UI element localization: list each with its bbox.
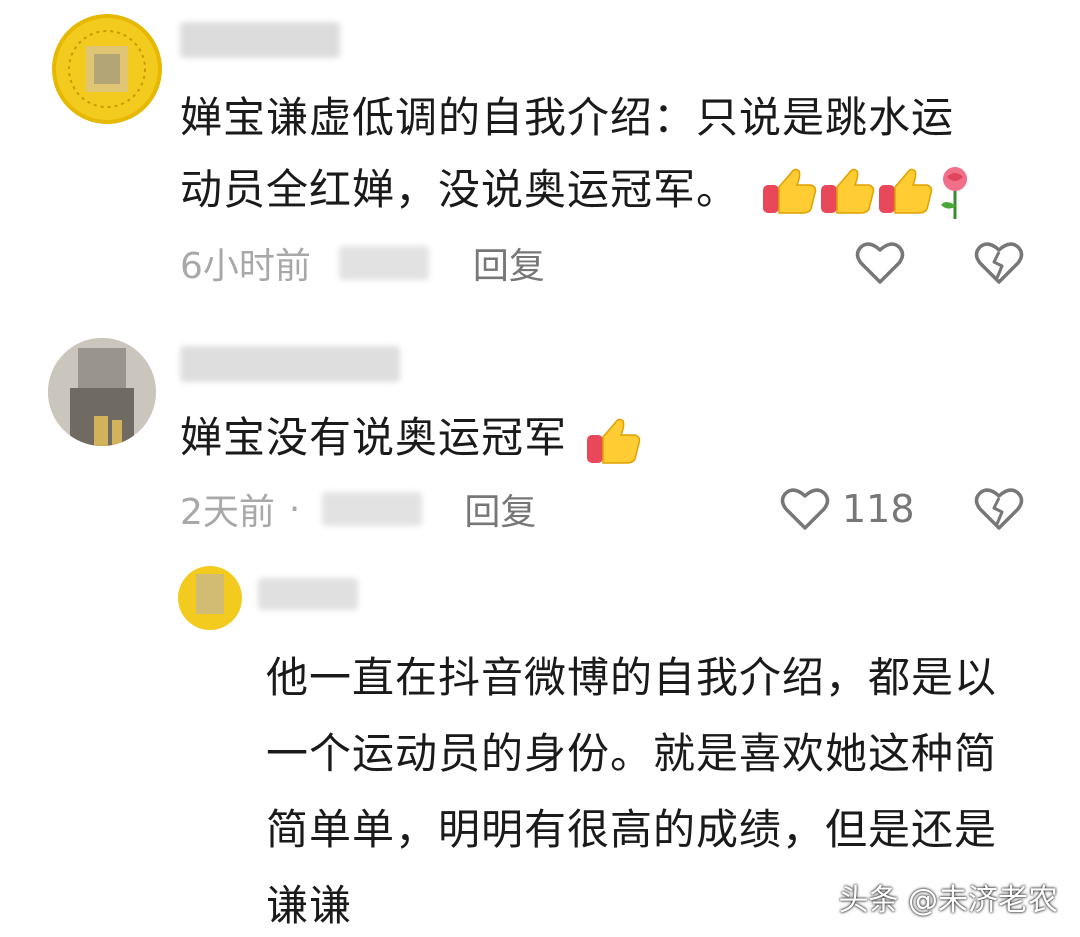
location-blurred	[322, 492, 423, 526]
comment-line-with-emoji: 动员全红婵，没说奥运冠军。	[180, 154, 975, 226]
reply-button[interactable]: 回复	[473, 237, 545, 289]
rose-emoji-icon	[941, 166, 968, 219]
comment-time: 2天前	[180, 492, 275, 533]
avatar[interactable]	[178, 566, 242, 630]
thumbs-up-emoji-icon	[821, 168, 875, 214]
comment-time: 6小时前	[180, 246, 311, 287]
comment-meta: 6小时前 回复	[180, 238, 545, 288]
comment-line: 婵宝谦虚低调的自我介绍：只说是跳水运	[180, 93, 955, 142]
avatar[interactable]	[48, 338, 156, 446]
comment-line: 动员全红婵，没说奥运冠军。	[180, 165, 740, 214]
comment-feed: 婵宝谦虚低调的自我介绍：只说是跳水运 动员全红婵，没说奥运冠军。 6小时前 回复…	[0, 0, 1080, 937]
dislike-button[interactable]	[974, 238, 1024, 288]
meta-separator: ·	[288, 488, 301, 530]
emoji-group	[761, 165, 975, 221]
comment-text: 婵宝没有说奥运冠军	[180, 402, 643, 474]
like-button[interactable]	[855, 238, 905, 288]
comment-meta: 2天前 · 回复	[180, 484, 536, 534]
avatar-badge-icon	[68, 30, 146, 108]
username-blurred[interactable]	[258, 578, 358, 610]
comment-line: 婵宝没有说奥运冠军	[180, 413, 568, 462]
reply-button[interactable]: 回复	[464, 483, 536, 535]
heart-icon	[780, 488, 830, 530]
comment-line: 一个运动员的身份。就是喜欢她这种简	[266, 729, 998, 778]
watermark: 头条 @未济老农	[838, 883, 1058, 918]
thumbs-up-emoji-icon	[763, 168, 817, 214]
username-blurred[interactable]	[180, 22, 340, 58]
avatar-blurred-icon	[196, 574, 224, 614]
comment-line: 简单单，明明有很高的成绩，但是还是	[266, 805, 998, 854]
location-blurred	[338, 246, 429, 280]
username-blurred[interactable]	[180, 346, 400, 382]
comment-line: 他一直在抖音微博的自我介绍，都是以	[266, 653, 998, 702]
broken-heart-icon	[974, 488, 1024, 530]
avatar-photo-icon	[48, 338, 156, 446]
dislike-button[interactable]	[974, 484, 1024, 534]
like-count: 118	[842, 487, 915, 531]
comment-text: 婵宝谦虚低调的自我介绍：只说是跳水运 动员全红婵，没说奥运冠军。	[180, 82, 975, 226]
thumbs-up-emoji-icon	[879, 168, 933, 214]
emoji-group	[585, 415, 643, 467]
avatar[interactable]	[52, 14, 162, 124]
comment-line-with-emoji: 婵宝没有说奥运冠军	[180, 402, 643, 474]
like-button[interactable]: 118	[780, 484, 915, 534]
heart-icon	[855, 242, 905, 284]
thumbs-up-emoji-icon	[587, 418, 641, 464]
broken-heart-icon	[974, 242, 1024, 284]
